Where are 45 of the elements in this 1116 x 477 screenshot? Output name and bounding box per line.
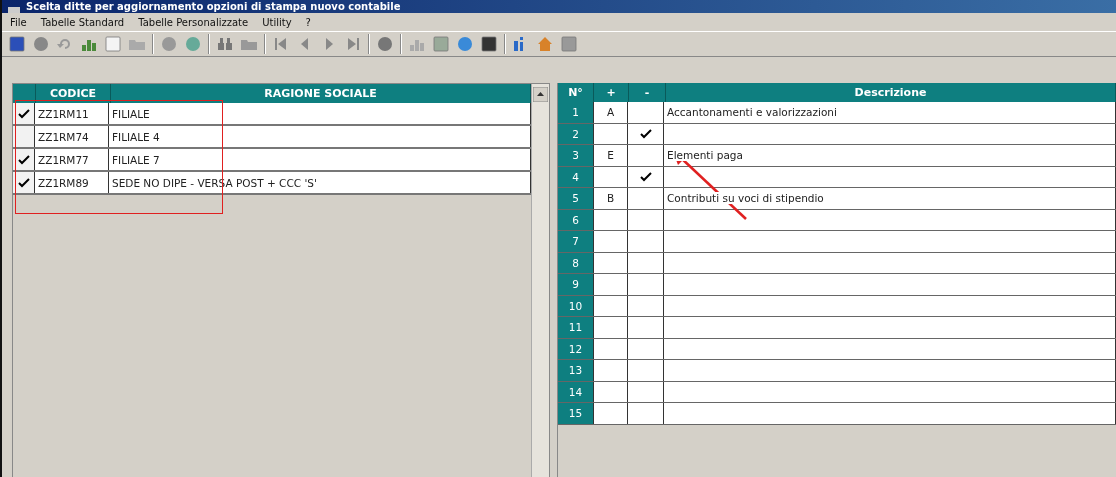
scroll-up-button[interactable]: [533, 87, 548, 102]
table-cell: ZZ1RM77: [35, 149, 109, 170]
row-number: 4: [558, 166, 594, 187]
row-number: 8: [558, 252, 594, 273]
row-number: 3: [558, 145, 594, 166]
menu-item[interactable]: Tabelle Personalizzate: [138, 16, 249, 28]
row-number: 13: [558, 360, 594, 381]
table-cell: E: [594, 145, 628, 166]
checkbox-cell[interactable]: [13, 103, 35, 124]
row-number: 5: [558, 188, 594, 209]
row-number: 2: [558, 123, 594, 144]
row-number: 15: [558, 403, 594, 424]
row-number: 7: [558, 231, 594, 252]
menu-item[interactable]: Utility: [262, 16, 292, 28]
row-number: 10: [558, 295, 594, 316]
table-cell: ZZ1RM89: [35, 172, 109, 193]
row-number: 6: [558, 209, 594, 230]
row-number: 12: [558, 338, 594, 359]
check-icon: [17, 108, 30, 119]
table-cell: ZZ1RM74: [35, 126, 109, 147]
check-icon: [639, 128, 652, 139]
checkbox-cell[interactable]: [13, 149, 35, 170]
check-icon: [17, 154, 30, 165]
checkbox-cell[interactable]: [13, 172, 35, 193]
binoculars-icon[interactable]: [216, 35, 234, 53]
menu-item[interactable]: File: [10, 16, 27, 28]
table-cell: A: [594, 102, 628, 123]
check-icon: [17, 177, 30, 188]
table-cell: ZZ1RM11: [35, 103, 109, 124]
checkbox-cell[interactable]: [13, 126, 35, 147]
description-text: Elementi paga: [667, 149, 743, 162]
menu-item[interactable]: ?: [305, 16, 311, 28]
menu-item[interactable]: Tabelle Standard: [40, 16, 125, 28]
window-title: Scelta ditte per aggiornamento opzioni di stampa nuovo contabile: [26, 0, 401, 13]
row-number: 11: [558, 317, 594, 338]
floppy-icon[interactable]: [8, 35, 26, 53]
row-number: 14: [558, 381, 594, 402]
description-text: Contributi su voci di stipendio: [667, 192, 824, 205]
row-number: 9: [558, 274, 594, 295]
table-cell: B: [594, 188, 628, 209]
check-icon: [639, 171, 652, 182]
circle-icon[interactable]: [376, 35, 394, 53]
row-number: 1: [558, 102, 594, 123]
description-text: Accantonamenti e valorizzazioni: [667, 106, 837, 119]
scrollbar[interactable]: [531, 84, 549, 477]
